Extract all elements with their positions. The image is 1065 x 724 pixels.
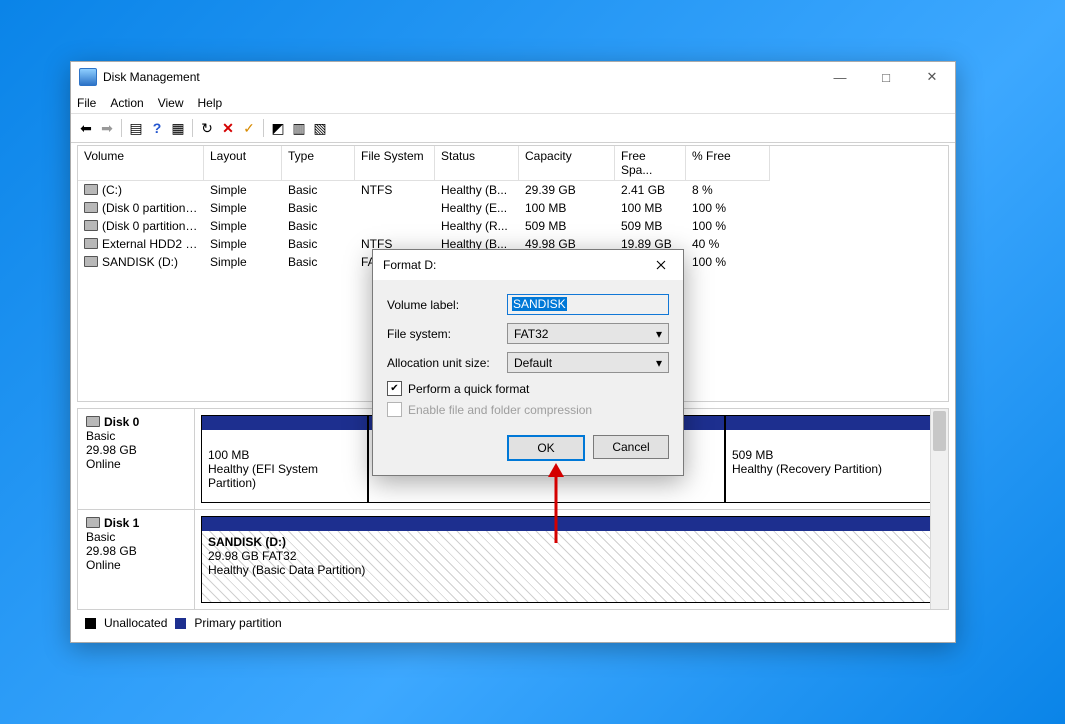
volume-icon — [84, 256, 98, 267]
forward-icon[interactable]: ➡ — [98, 119, 116, 137]
col-free[interactable]: Free Spa... — [615, 146, 686, 181]
volume-row[interactable]: (Disk 0 partition 4)SimpleBasicHealthy (… — [78, 217, 948, 235]
maximize-button[interactable]: □ — [863, 62, 909, 92]
help-icon[interactable]: ? — [148, 119, 166, 137]
volume-list-header[interactable]: Volume Layout Type File System Status Ca… — [78, 146, 948, 181]
toolbar-icon-a[interactable]: ◩ — [269, 119, 287, 137]
disk-1-meta: Disk 1 Basic 29.98 GB Online — [78, 510, 195, 610]
disk0-partition-efi[interactable]: 100 MBHealthy (EFI System Partition) — [201, 415, 368, 503]
delete-icon[interactable]: ✕ — [219, 119, 237, 137]
menu-help[interactable]: Help — [198, 96, 223, 110]
properties-icon[interactable]: ✓ — [240, 119, 258, 137]
menu-view[interactable]: View — [158, 96, 184, 110]
quick-format-label: Perform a quick format — [408, 382, 529, 396]
back-icon[interactable]: ⬅ — [77, 119, 95, 137]
view-top-icon[interactable]: ▦ — [169, 119, 187, 137]
col-layout[interactable]: Layout — [204, 146, 282, 181]
allocation-unit-label: Allocation unit size: — [387, 356, 507, 370]
disk0-partition-recovery[interactable]: 509 MBHealthy (Recovery Partition) — [725, 415, 942, 503]
show-hide-tree-icon[interactable]: ▤ — [127, 119, 145, 137]
close-button[interactable]: ✕ — [909, 62, 955, 92]
app-icon — [79, 68, 97, 86]
col-pctfree[interactable]: % Free — [686, 146, 770, 181]
col-status[interactable]: Status — [435, 146, 519, 181]
chevron-down-icon: ▾ — [656, 327, 662, 341]
file-system-label: File system: — [387, 327, 507, 341]
volume-icon — [84, 220, 98, 231]
toolbar-icon-b[interactable]: ▥ — [290, 119, 308, 137]
graphical-scrollbar[interactable] — [930, 409, 948, 609]
menu-file[interactable]: File — [77, 96, 96, 110]
disk1-partition-sandisk[interactable]: SANDISK (D:)29.98 GB FAT32Healthy (Basic… — [201, 516, 942, 604]
legend: Unallocated Primary partition — [77, 612, 949, 634]
col-filesystem[interactable]: File System — [355, 146, 435, 181]
legend-primary-swatch — [175, 618, 186, 629]
legend-primary-label: Primary partition — [194, 616, 281, 630]
dialog-title: Format D: — [383, 258, 639, 272]
disk-0-meta: Disk 0 Basic 29.98 GB Online — [78, 409, 195, 509]
menubar: File Action View Help — [71, 92, 955, 114]
minimize-button[interactable]: — — [817, 62, 863, 92]
col-type[interactable]: Type — [282, 146, 355, 181]
legend-unallocated-swatch — [85, 618, 96, 629]
disk-icon — [86, 517, 100, 528]
toolbar: ⬅ ➡ ▤ ? ▦ ↻ ✕ ✓ ◩ ▥ ▧ — [71, 114, 955, 143]
menu-action[interactable]: Action — [110, 96, 143, 110]
volume-row[interactable]: (Disk 0 partition 1)SimpleBasicHealthy (… — [78, 199, 948, 217]
cancel-button[interactable]: Cancel — [593, 435, 669, 459]
toolbar-icon-c[interactable]: ▧ — [311, 119, 329, 137]
format-dialog: Format D: Volume label: SANDISK File sys… — [372, 249, 684, 476]
window-controls: — □ ✕ — [817, 62, 955, 92]
disk-icon — [86, 416, 100, 427]
compression-label: Enable file and folder compression — [408, 403, 592, 417]
titlebar[interactable]: Disk Management — □ ✕ — [71, 62, 955, 92]
volume-icon — [84, 184, 98, 195]
compression-checkbox — [387, 402, 402, 417]
refresh-icon[interactable]: ↻ — [198, 119, 216, 137]
dialog-close-button[interactable] — [639, 253, 683, 277]
col-capacity[interactable]: Capacity — [519, 146, 615, 181]
volume-icon — [84, 238, 98, 249]
ok-button[interactable]: OK — [507, 435, 585, 461]
chevron-down-icon: ▾ — [656, 356, 662, 370]
window-title: Disk Management — [103, 70, 817, 84]
file-system-select[interactable]: FAT32▾ — [507, 323, 669, 344]
volume-label-label: Volume label: — [387, 298, 507, 312]
volume-row[interactable]: (C:)SimpleBasicNTFSHealthy (B...29.39 GB… — [78, 181, 948, 199]
col-volume[interactable]: Volume — [78, 146, 204, 181]
disk-row-1[interactable]: Disk 1 Basic 29.98 GB Online SANDISK (D:… — [78, 510, 948, 610]
legend-unallocated-label: Unallocated — [104, 616, 167, 630]
volume-label-input[interactable]: SANDISK — [507, 294, 669, 315]
allocation-unit-select[interactable]: Default▾ — [507, 352, 669, 373]
quick-format-checkbox[interactable]: ✔ — [387, 381, 402, 396]
volume-icon — [84, 202, 98, 213]
